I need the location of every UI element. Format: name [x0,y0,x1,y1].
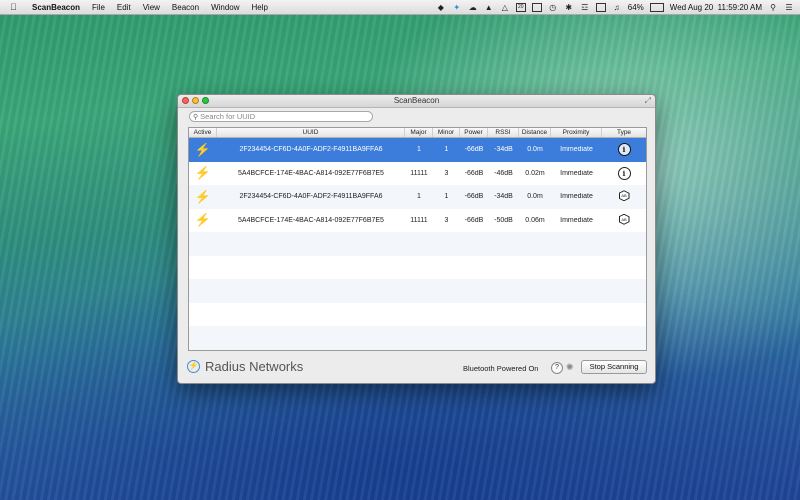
minor-cell: 1 [444,193,449,201]
dropbox-icon[interactable]: ◆ [436,3,446,12]
bluetooth-status: Bluetooth Powered On [463,364,539,373]
column-header-proximity[interactable]: Proximity [551,128,602,137]
airplay-icon[interactable] [595,2,606,12]
uuid-cell: 5A4BCFCE-174E-4BAC-A814-092E77F6B7E5 [238,216,384,224]
menu-file[interactable]: File [92,3,105,12]
apple-menu-icon[interactable]:  [10,2,24,12]
rssi-cell: -46dB [494,169,513,177]
altbeacon-hexagon-icon[interactable]: AB [618,213,630,225]
table-row[interactable]: ⚡ 5A4BCFCE-174E-4BAC-A814-092E77F6B7E5 1… [189,162,646,186]
window-footer: ⚡ Radius Networks Bluetooth Powered On ?… [178,353,655,383]
info-circle-icon[interactable]: i [617,166,631,180]
column-header-uuid[interactable]: UUID [217,128,405,137]
power-cell: -66dB [464,193,484,201]
radius-bolt-icon: ⚡ [187,360,200,373]
menu-view[interactable]: View [143,3,160,12]
minor-cell: 1 [444,146,449,154]
display-icon[interactable] [531,2,542,12]
active-bolt-icon: ⚡ [194,142,212,157]
time-machine-icon[interactable]: ◷ [548,3,558,12]
column-header-major[interactable]: Major [405,128,433,137]
distance-cell: 0.0m [527,146,543,154]
table-row[interactable]: ⚡ 2F234454-CF6D-4A0F-ADF2-F4911BA9FFA6 1… [189,138,646,162]
clock[interactable]: Wed Aug 20 11:59:20 AM [670,3,762,12]
distance-cell: 0.02m [525,169,545,177]
menu-bar:  ScanBeacon File Edit View Beacon Windo… [0,0,800,15]
major-cell: 11111 [410,169,428,177]
column-header-active[interactable]: Active [189,128,217,137]
fullscreen-icon[interactable]: ⤢ [645,96,651,106]
help-button[interactable]: ? [551,362,563,374]
radius-networks-logo: ⚡ Radius Networks [187,359,303,374]
info-circle-icon[interactable]: i [617,143,631,157]
bluetooth-icon[interactable]: ✱ [564,3,574,12]
battery-percent[interactable]: 64% [628,3,644,12]
menu-beacon[interactable]: Beacon [172,3,199,12]
major-cell: 1 [417,193,421,201]
volume-icon[interactable]: ♫ [612,3,622,12]
active-bolt-icon: ⚡ [194,213,212,228]
rssi-cell: -34dB [494,146,513,154]
table-row[interactable]: ⚡ 5A4BCFCE-174E-4BAC-A814-092E77F6B7E5 1… [189,209,646,233]
uuid-cell: 2F234454-CF6D-4A0F-ADF2-F4911BA9FFA6 [239,146,383,154]
altbeacon-hexagon-icon[interactable]: AB [618,190,630,202]
active-bolt-icon: ⚡ [194,166,212,181]
menu-help[interactable]: Help [252,3,268,12]
menu-app-name[interactable]: ScanBeacon [32,3,80,12]
uuid-search-field[interactable]: ⚲ Search for UUID [189,111,373,122]
proximity-cell: Immediate [560,193,593,201]
power-cell: -66dB [464,216,484,224]
empty-row [189,232,646,256]
major-cell: 11111 [410,216,428,224]
uuid-cell: 2F234454-CF6D-4A0F-ADF2-F4911BA9FFA6 [239,193,383,201]
cloud-icon[interactable]: ☁ [468,3,478,12]
proximity-cell: Immediate [560,216,593,224]
google-drive-icon[interactable]: △ [500,3,510,12]
notification-center-icon[interactable]: ☰ [784,3,794,12]
stop-scanning-button[interactable]: Stop Scanning [581,360,647,374]
distance-cell: 0.0m [527,193,543,201]
calendar-icon[interactable]: 20 [515,2,526,12]
brand-name: Radius Networks [205,359,304,374]
menu-edit[interactable]: Edit [117,3,131,12]
empty-row [189,326,646,350]
active-bolt-icon: ⚡ [194,189,212,204]
rssi-cell: -34dB [494,193,513,201]
wifi-icon[interactable]: ☲ [580,3,590,12]
beacon-table[interactable]: Active UUID Major Minor Power RSSI Dista… [188,127,647,351]
battery-icon[interactable] [649,2,664,12]
proximity-cell: Immediate [560,146,593,154]
notifications-icon[interactable]: ▲ [484,3,494,12]
minor-cell: 3 [444,169,449,177]
status-menus: ◆ ✦ ☁ ▲ △ 20 ◷ ✱ ☲ ♫ 64% Wed Aug 20 11:5… [436,0,794,14]
search-placeholder: Search for UUID [200,112,256,121]
search-icon: ⚲ [193,113,199,121]
menu-window[interactable]: Window [211,3,239,12]
window-title: ScanBeacon [393,96,440,105]
minor-cell: 3 [444,216,449,224]
column-header-minor[interactable]: Minor [433,128,460,137]
window-titlebar: ScanBeacon ⤢ [178,95,655,108]
column-header-distance[interactable]: Distance [519,128,551,137]
table-row[interactable]: ⚡ 2F234454-CF6D-4A0F-ADF2-F4911BA9FFA6 1… [189,185,646,209]
distance-cell: 0.06m [525,216,545,224]
empty-row [189,303,646,327]
power-cell: -66dB [464,146,484,154]
power-cell: -66dB [464,169,484,177]
rssi-cell: -50dB [494,216,513,224]
uuid-cell: 5A4BCFCE-174E-4BAC-A814-092E77F6B7E5 [238,169,384,177]
empty-row [189,256,646,280]
column-header-rssi[interactable]: RSSI [488,128,519,137]
spotlight-search-icon[interactable]: ⚲ [768,3,778,12]
scanning-spinner-icon: ✺ [566,362,574,372]
column-header-power[interactable]: Power [460,128,488,137]
proximity-cell: Immediate [560,169,593,177]
table-header: Active UUID Major Minor Power RSSI Dista… [189,128,646,138]
major-cell: 1 [417,146,421,154]
empty-row [189,279,646,303]
column-header-type[interactable]: Type [602,128,646,137]
scanbeacon-window: ScanBeacon ⤢ ⚲ Search for UUID Active UU… [177,94,656,384]
twitter-icon[interactable]: ✦ [452,3,462,12]
